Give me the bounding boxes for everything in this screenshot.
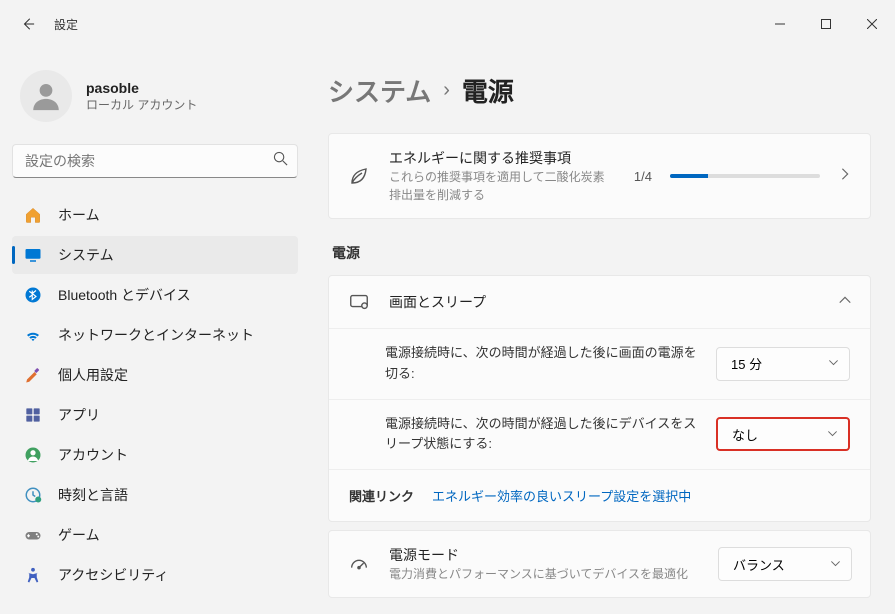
chevron-right-icon (838, 167, 852, 186)
chevron-down-icon (830, 557, 841, 572)
sidebar-item-apps[interactable]: アプリ (12, 396, 298, 434)
sidebar-item-label: アクセシビリティ (58, 565, 168, 585)
dropdown-value: バランス (733, 555, 785, 574)
sidebar-item-system[interactable]: システム (12, 236, 298, 274)
sleep-label: 電源接続時に、次の時間が経過した後にデバイスをスリープ状態にする: (385, 414, 700, 456)
power-mode-subtitle: 電力消費とパフォーマンスに基づいてデバイスを最適化 (389, 565, 700, 583)
sidebar-item-game[interactable]: ゲーム (12, 516, 298, 554)
sidebar-item-label: システム (58, 245, 114, 265)
game-icon (24, 526, 42, 544)
breadcrumb-root[interactable]: システム (328, 72, 431, 109)
related-links-row: 関連リンク エネルギー効率の良いスリープ設定を選択中 (329, 469, 870, 521)
sidebar-nav: ホームシステム Bluetooth とデバイスネットワークとインターネット個人用設… (12, 196, 298, 594)
back-button[interactable] (18, 14, 38, 34)
leaf-icon (347, 164, 371, 188)
sidebar-item-wifi[interactable]: ネットワークとインターネット (12, 316, 298, 354)
section-header-power: 電源 (332, 243, 871, 263)
sidebar-item-label: ゲーム (58, 525, 100, 545)
chevron-down-icon (827, 427, 838, 442)
chevron-up-icon (838, 293, 852, 312)
maximize-button[interactable] (803, 8, 849, 40)
account-icon (24, 446, 42, 464)
search-input[interactable] (12, 144, 298, 178)
app-title: 設定 (54, 16, 78, 33)
minimize-button[interactable] (757, 8, 803, 40)
power-mode-title: 電源モード (389, 545, 700, 565)
screen-sleep-title: 画面とスリープ (389, 292, 820, 312)
clock-icon (24, 486, 42, 504)
window-controls (757, 8, 895, 40)
sidebar-item-clock[interactable]: 時刻と言語 (12, 476, 298, 514)
dropdown-value: 15 分 (731, 354, 762, 373)
progress-text: 1/4 (634, 169, 652, 184)
screen-sleep-header[interactable]: 画面とスリープ (329, 276, 870, 328)
sidebar-item-label: 時刻と言語 (58, 485, 128, 505)
access-icon (24, 566, 42, 584)
sidebar-item-brush[interactable]: 個人用設定 (12, 356, 298, 394)
power-mode-dropdown[interactable]: バランス (718, 547, 852, 581)
screen-sleep-card: 画面とスリープ 電源接続時に、次の時間が経過した後に画面の電源を切る: 15 分… (328, 275, 871, 522)
sidebar-item-label: ホーム (58, 205, 100, 225)
chevron-down-icon (828, 356, 839, 371)
bluetooth-icon (24, 286, 42, 304)
apps-icon (24, 406, 42, 424)
power-mode-card[interactable]: 電源モード 電力消費とパフォーマンスに基づいてデバイスを最適化 バランス (328, 530, 871, 598)
progress-bar (670, 174, 820, 178)
sidebar-item-access[interactable]: アクセシビリティ (12, 556, 298, 594)
breadcrumb: システム › 電源 (328, 72, 871, 109)
brush-icon (24, 366, 42, 384)
chevron-right-icon: › (443, 79, 450, 102)
screen-off-dropdown[interactable]: 15 分 (716, 347, 850, 381)
wifi-icon (24, 326, 42, 344)
screen-off-label: 電源接続時に、次の時間が経過した後に画面の電源を切る: (385, 343, 700, 385)
sleep-row: 電源接続時に、次の時間が経過した後にデバイスをスリープ状態にする: なし (329, 399, 870, 470)
energy-title: エネルギーに関する推奨事項 (389, 148, 616, 168)
breadcrumb-current: 電源 (462, 72, 514, 109)
related-label: 関連リンク (349, 486, 414, 505)
close-button[interactable] (849, 8, 895, 40)
sidebar-item-bluetooth[interactable]: Bluetooth とデバイス (12, 276, 298, 314)
sidebar-item-label: アカウント (58, 445, 128, 465)
sidebar-item-account[interactable]: アカウント (12, 436, 298, 474)
dropdown-value: なし (732, 425, 758, 444)
energy-recommendation-card[interactable]: エネルギーに関する推奨事項 これらの推奨事項を適用して二酸化炭素排出量を削減する… (328, 133, 871, 219)
screen-off-row: 電源接続時に、次の時間が経過した後に画面の電源を切る: 15 分 (329, 328, 870, 399)
sleep-dropdown[interactable]: なし (716, 417, 850, 451)
system-icon (24, 246, 42, 264)
sidebar-item-label: 個人用設定 (58, 365, 128, 385)
sidebar-item-label: Bluetooth とデバイス (58, 285, 191, 305)
related-link[interactable]: エネルギー効率の良いスリープ設定を選択中 (432, 486, 691, 505)
sidebar-item-home[interactable]: ホーム (12, 196, 298, 234)
home-icon (24, 206, 42, 224)
avatar (20, 70, 72, 122)
sidebar-item-label: アプリ (58, 405, 100, 425)
user-name: pasoble (86, 80, 197, 96)
sidebar-item-label: ネットワークとインターネット (58, 325, 254, 345)
user-block[interactable]: pasoble ローカル アカウント (12, 60, 298, 140)
gauge-icon (347, 552, 371, 576)
user-subtitle: ローカル アカウント (86, 96, 197, 113)
search-icon (273, 151, 288, 171)
display-icon (347, 290, 371, 314)
energy-subtitle: これらの推奨事項を適用して二酸化炭素排出量を削減する (389, 168, 616, 204)
